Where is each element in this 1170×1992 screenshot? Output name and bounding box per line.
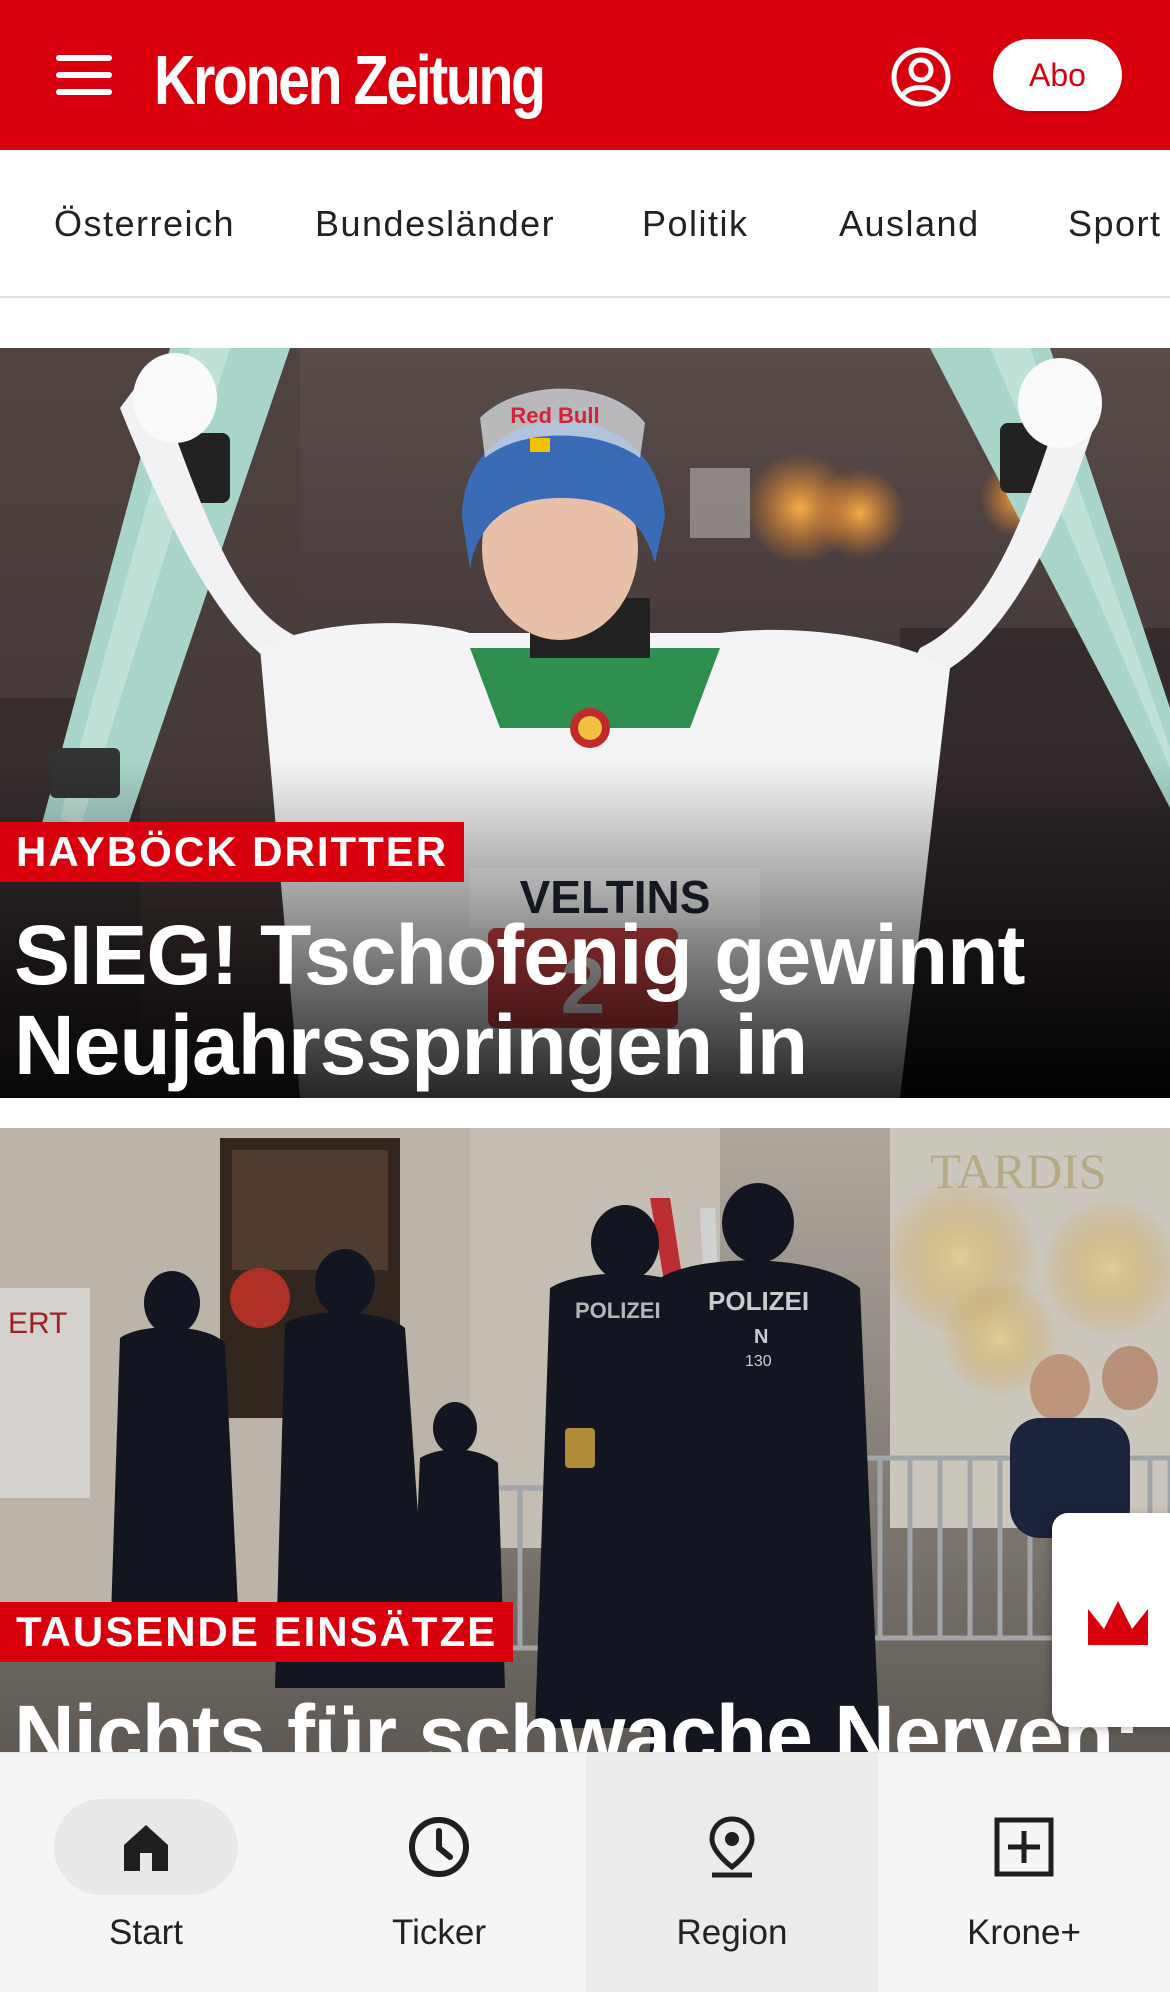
article-kicker: TAUSENDE EINSÄTZE [0,1602,514,1662]
article-kicker: HAYBÖCK DRITTER [0,822,465,882]
hamburger-menu-icon[interactable] [44,40,126,110]
tab-label: Start [109,1913,183,1952]
krone-plus-floating-button[interactable] [1052,1513,1170,1727]
nav-item-oesterreich[interactable]: Österreich [54,150,235,296]
clock-icon [347,1799,531,1895]
home-icon [54,1799,238,1895]
tab-krone-plus[interactable]: Krone+ [878,1753,1170,1992]
nav-item-politik[interactable]: Politik [642,150,749,296]
app-screen: Kronen Zeitung Abo Österreich Bundesländ… [0,0,1170,1992]
nav-item-sport[interactable]: Sport [1068,150,1162,296]
crown-icon [1088,1601,1148,1645]
tab-label: Krone+ [967,1913,1081,1952]
nav-item-ausland[interactable]: Ausland [839,150,980,296]
plus-square-icon [932,1799,1116,1895]
article-headline: SIEG! Tschofenig gewinnt Neujahrsspringe… [14,908,1025,1098]
subscribe-button[interactable]: Abo [993,39,1122,111]
article-card-police[interactable]: ERT TARDIS POLIZEI N 130 POLIZEI TAUSEND… [0,1128,1170,1752]
bottom-navigation: Start Ticker Region Krone+ [0,1752,1170,1992]
tab-start[interactable]: Start [0,1753,292,1992]
nav-item-bundeslaender[interactable]: Bundesländer [315,150,555,296]
tab-label: Ticker [392,1913,486,1952]
section-nav: Österreich Bundesländer Politik Ausland … [0,150,1170,298]
site-logo[interactable]: Kronen Zeitung [154,30,546,130]
article-card-ski-jump[interactable]: VELTINS 2 Red Bull HAYBÖCK DRITTER SIEG!… [0,348,1170,1098]
account-icon[interactable] [890,46,952,108]
tab-ticker[interactable]: Ticker [293,1753,585,1992]
top-app-bar: Kronen Zeitung Abo [0,0,1170,150]
tab-region[interactable]: Region [586,1753,878,1992]
location-pin-icon [640,1799,824,1895]
article-headline: Nichts für schwache Nerven: [14,1688,1141,1752]
tab-label: Region [676,1913,788,1952]
